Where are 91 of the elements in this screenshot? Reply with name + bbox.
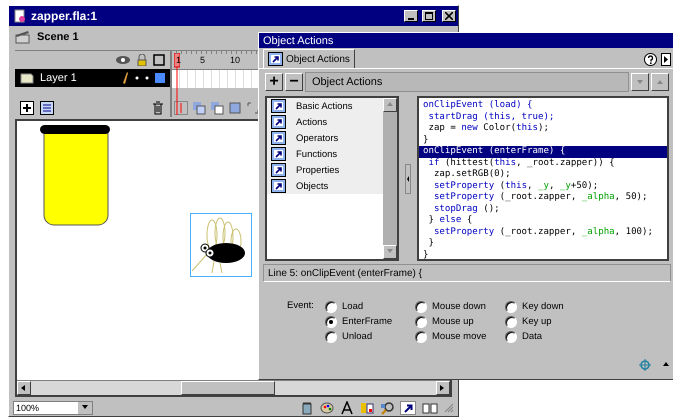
scene-name[interactable]: Scene 1 <box>37 31 79 43</box>
toolbox-category[interactable]: Basic Actions <box>267 98 383 114</box>
mosquito-drawing <box>190 213 252 277</box>
add-action-button[interactable]: + <box>265 73 283 91</box>
event-radio[interactable]: Mouse up <box>415 315 493 328</box>
event-radio[interactable]: Load <box>325 300 403 313</box>
zoom-dropdown[interactable]: 100% <box>13 400 93 414</box>
scene-icon[interactable] <box>300 400 314 414</box>
frame-number: 10 <box>230 55 240 65</box>
onion-skin-icon[interactable] <box>192 101 206 115</box>
instance-icon[interactable] <box>360 400 374 414</box>
panel-title: Object Actions <box>263 34 334 46</box>
up-arrow-icon <box>657 80 663 86</box>
outline-color-icon <box>155 73 165 83</box>
remove-action-button[interactable]: − <box>285 73 303 91</box>
toolbox-category[interactable]: Operators <box>267 130 383 146</box>
code-line[interactable]: zap = new Color(this); <box>419 123 667 134</box>
event-radio[interactable]: EnterFrame <box>325 315 403 328</box>
code-line[interactable]: } <box>419 134 667 146</box>
pencil-icon <box>121 71 129 85</box>
maximize-icon <box>425 12 433 20</box>
scroll-right-icon <box>440 385 446 391</box>
move-down-button[interactable] <box>631 73 649 91</box>
clapperboard-icon <box>15 30 31 44</box>
event-radio[interactable]: Mouse down <box>415 300 493 313</box>
collapse-icon <box>663 362 669 368</box>
line-status: Line 5: onClipEvent (enterFrame) { <box>263 264 671 282</box>
toolbox-category[interactable]: Functions <box>267 146 383 162</box>
code-line[interactable]: } <box>419 238 667 250</box>
splitter-handle-icon <box>405 164 411 194</box>
event-radio[interactable]: Data <box>505 330 583 343</box>
code-line[interactable]: onClipEvent (load) { <box>419 100 667 112</box>
resize-grip-icon <box>444 402 454 412</box>
code-line[interactable]: stopDrag (); <box>419 204 667 215</box>
layer-row[interactable]: Layer 1 <box>15 69 170 87</box>
dot-icon <box>145 76 149 80</box>
help-icon[interactable] <box>644 53 657 66</box>
code-line[interactable]: zap.setRGB(0); <box>419 169 667 180</box>
event-label: Event: <box>287 300 313 313</box>
close-button[interactable] <box>442 10 456 22</box>
eye-icon <box>115 55 131 65</box>
event-radio[interactable]: Mouse move <box>415 330 493 343</box>
code-line[interactable]: startDrag (this, true); <box>419 112 667 123</box>
maximize-button[interactable] <box>422 10 436 22</box>
playhead[interactable] <box>174 53 180 115</box>
scroll-left-icon <box>21 385 27 391</box>
scroll-up-icon <box>387 102 393 108</box>
vertical-scrollbar[interactable] <box>383 98 397 259</box>
actions-dropdown[interactable]: Object Actions <box>305 72 629 92</box>
dot-icon <box>135 76 139 80</box>
edit-frames-icon[interactable] <box>228 101 242 115</box>
frame-number: 1 <box>176 55 182 65</box>
trash-icon[interactable] <box>151 101 165 115</box>
code-line[interactable]: } <box>419 250 667 259</box>
actions-icon[interactable] <box>400 400 416 414</box>
toolbox-category[interactable]: Actions <box>267 114 383 130</box>
event-radio[interactable]: Unload <box>325 330 403 343</box>
window-title: zapper.fla:1 <box>31 9 98 23</box>
code-editor[interactable] <box>417 96 669 261</box>
actions-arrow-icon <box>268 52 283 66</box>
layer-icon <box>20 71 34 85</box>
lock-icon <box>137 54 147 66</box>
onion-outline-icon[interactable] <box>210 101 224 115</box>
move-up-button[interactable] <box>651 73 669 91</box>
close-icon <box>445 12 453 20</box>
event-radio[interactable]: Key down <box>505 300 583 313</box>
code-line[interactable]: setProperty (this, _y, _y+50); <box>419 180 667 192</box>
event-radio[interactable]: Key up <box>505 315 583 328</box>
panel-menu-icon[interactable] <box>661 53 671 66</box>
layer-name: Layer 1 <box>40 72 78 84</box>
font-icon[interactable] <box>340 400 354 414</box>
add-guide-layer-icon[interactable] <box>40 101 54 115</box>
panel-tab[interactable]: Object Actions <box>263 49 355 68</box>
movie-explorer-icon[interactable] <box>380 400 394 414</box>
add-layer-icon[interactable] <box>20 101 34 115</box>
code-line[interactable]: setProperty (_root.zapper, _alpha, 50); <box>419 192 667 204</box>
down-arrow-icon <box>637 80 643 86</box>
code-line[interactable]: setProperty (_root.zapper, _alpha, 100); <box>419 226 667 238</box>
code-line[interactable]: } else { <box>419 215 667 226</box>
scroll-down-icon <box>387 249 393 255</box>
palette-icon[interactable] <box>320 400 334 414</box>
toolbox-category[interactable]: Properties <box>267 162 383 178</box>
toolbox-category[interactable]: Objects <box>267 178 383 194</box>
frame-number: 5 <box>200 55 206 65</box>
code-line[interactable]: if (hittest(this, _root.zapper)) { <box>419 158 667 169</box>
document-icon <box>13 9 27 23</box>
minimize-button[interactable] <box>404 10 418 22</box>
horizontal-scrollbar[interactable] <box>17 380 450 395</box>
library-icon[interactable] <box>422 400 438 414</box>
caret-icon <box>82 404 88 410</box>
outline-icon <box>153 54 165 66</box>
